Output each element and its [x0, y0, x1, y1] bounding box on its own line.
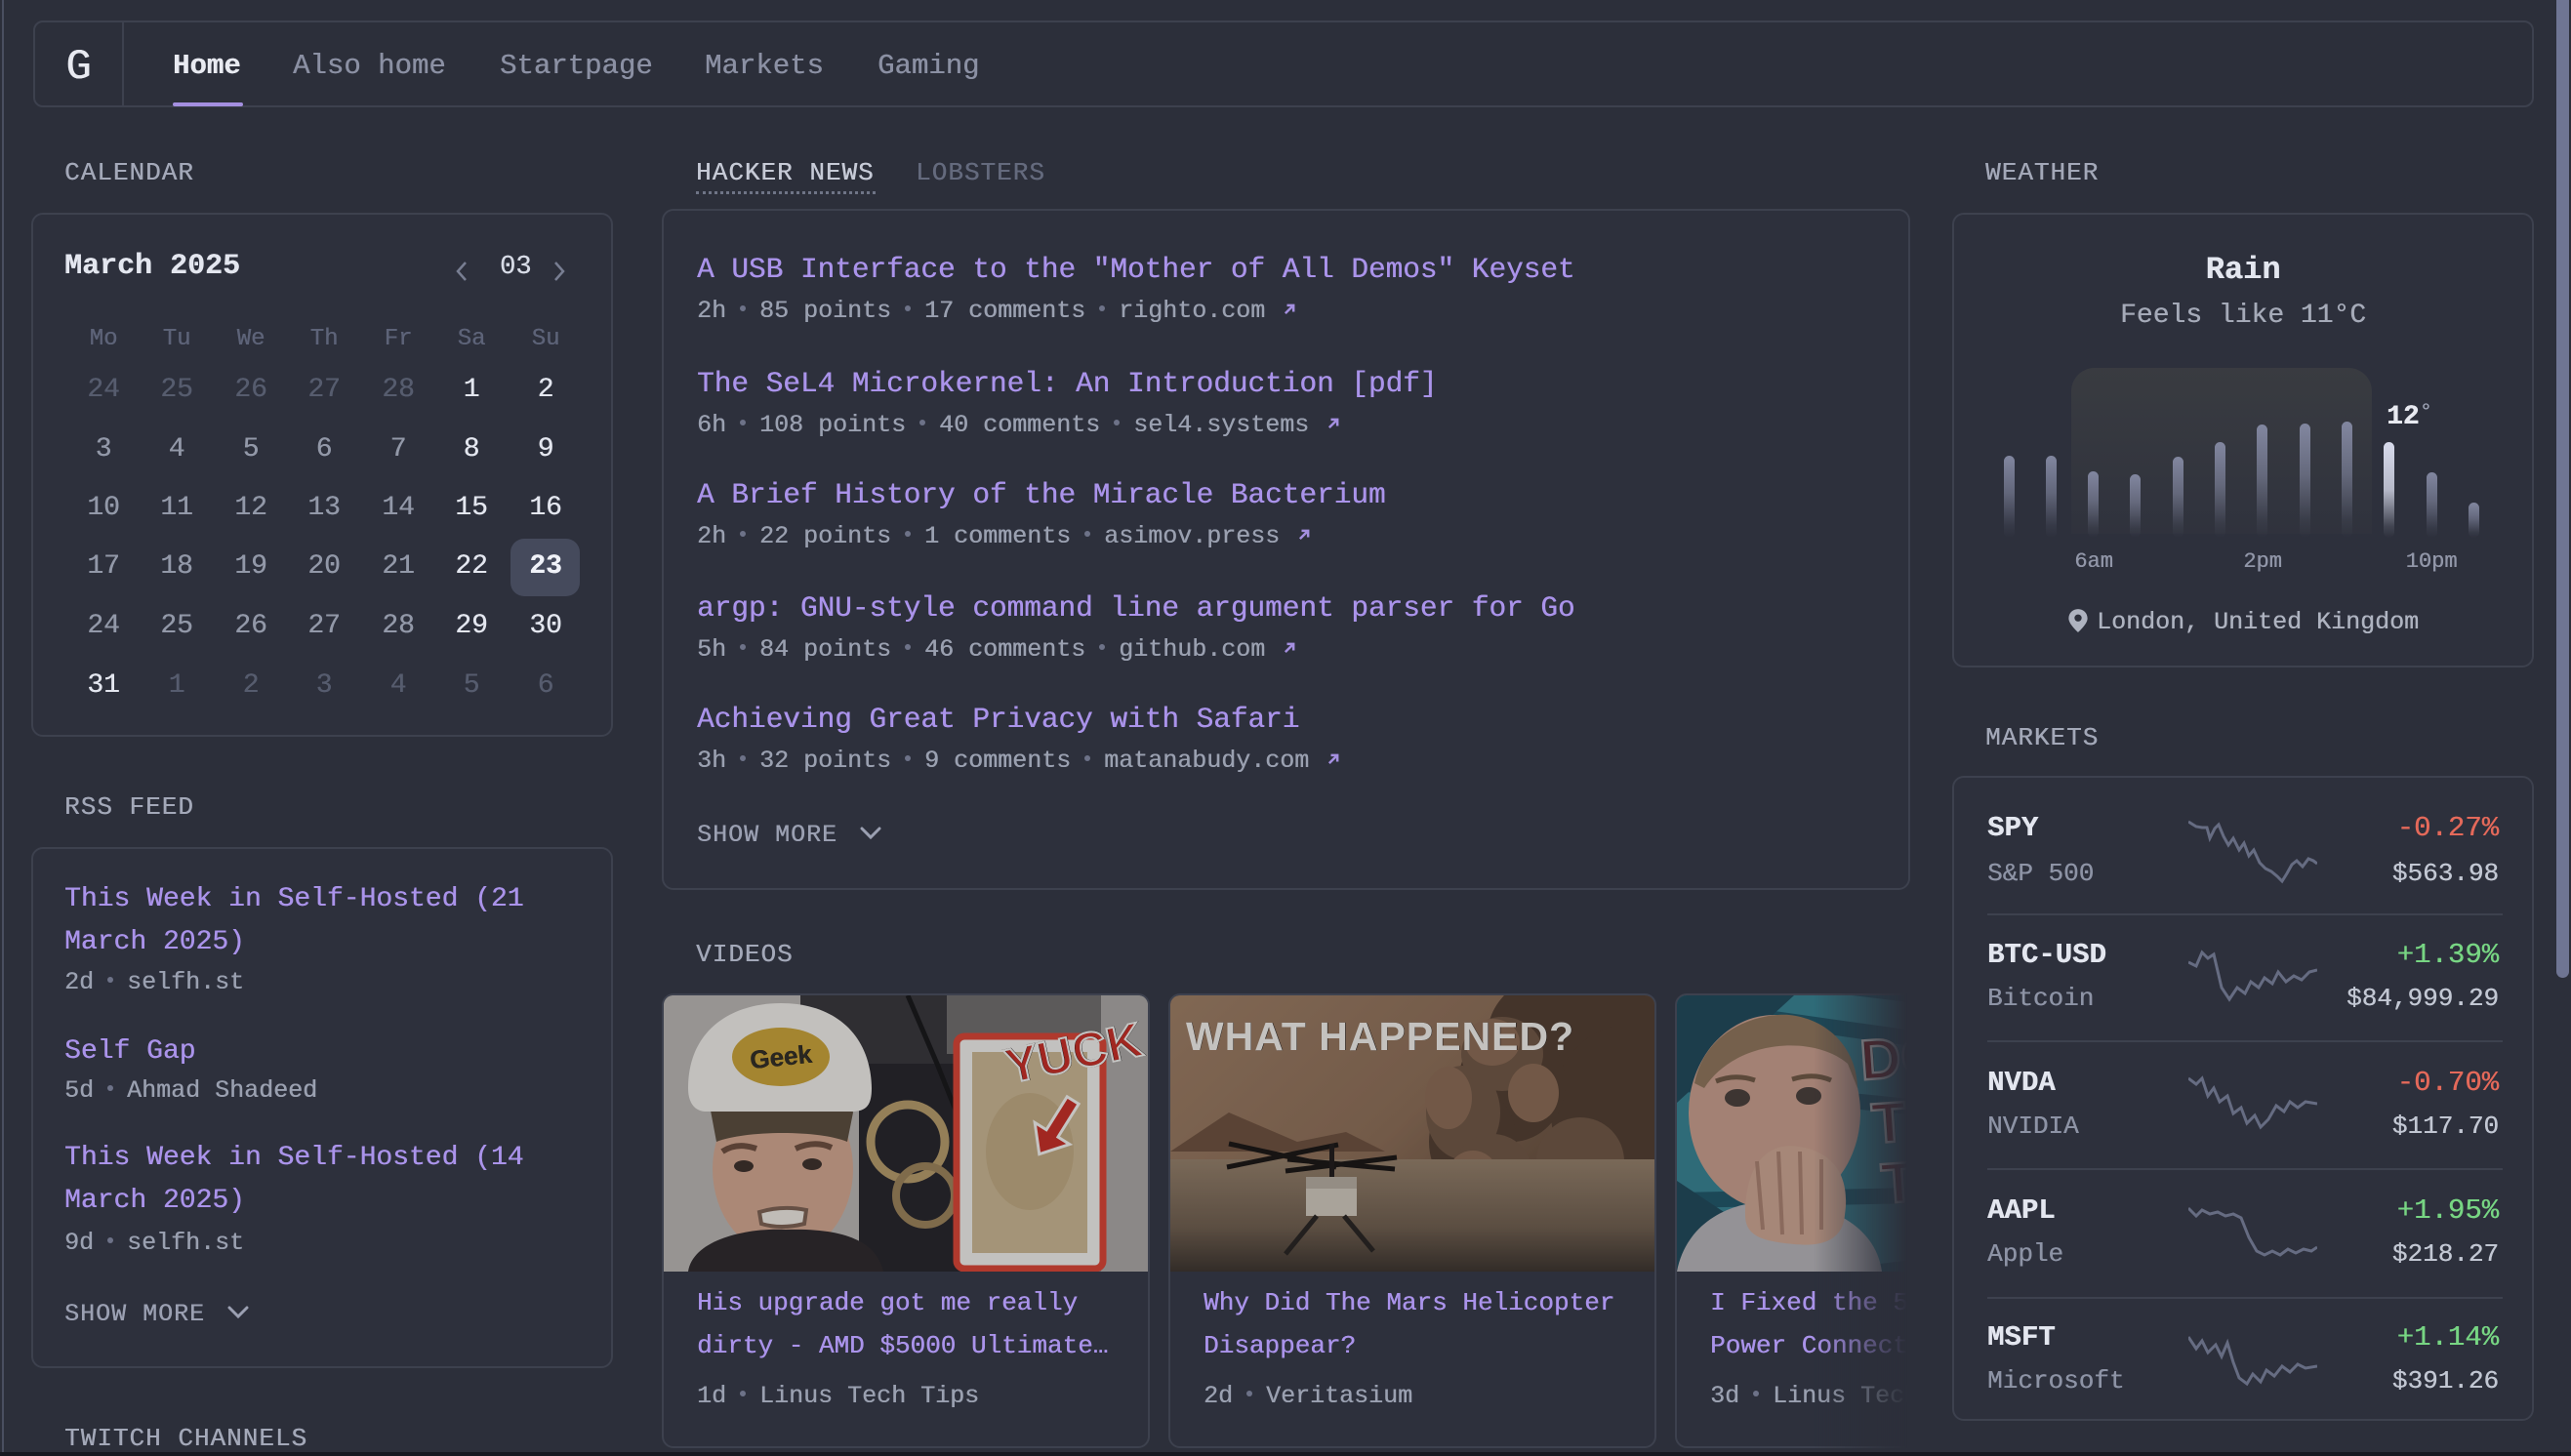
svg-text:T: T	[1879, 1151, 1910, 1216]
svg-text:Geek: Geek	[749, 1039, 814, 1075]
svg-text:DO: DO	[1857, 1024, 1910, 1093]
svg-text:YUCK: YUCK	[1000, 1012, 1147, 1094]
svg-text:TI: TI	[1869, 1089, 1910, 1155]
svg-text:WHAT HAPPENED?: WHAT HAPPENED?	[1186, 1014, 1574, 1059]
